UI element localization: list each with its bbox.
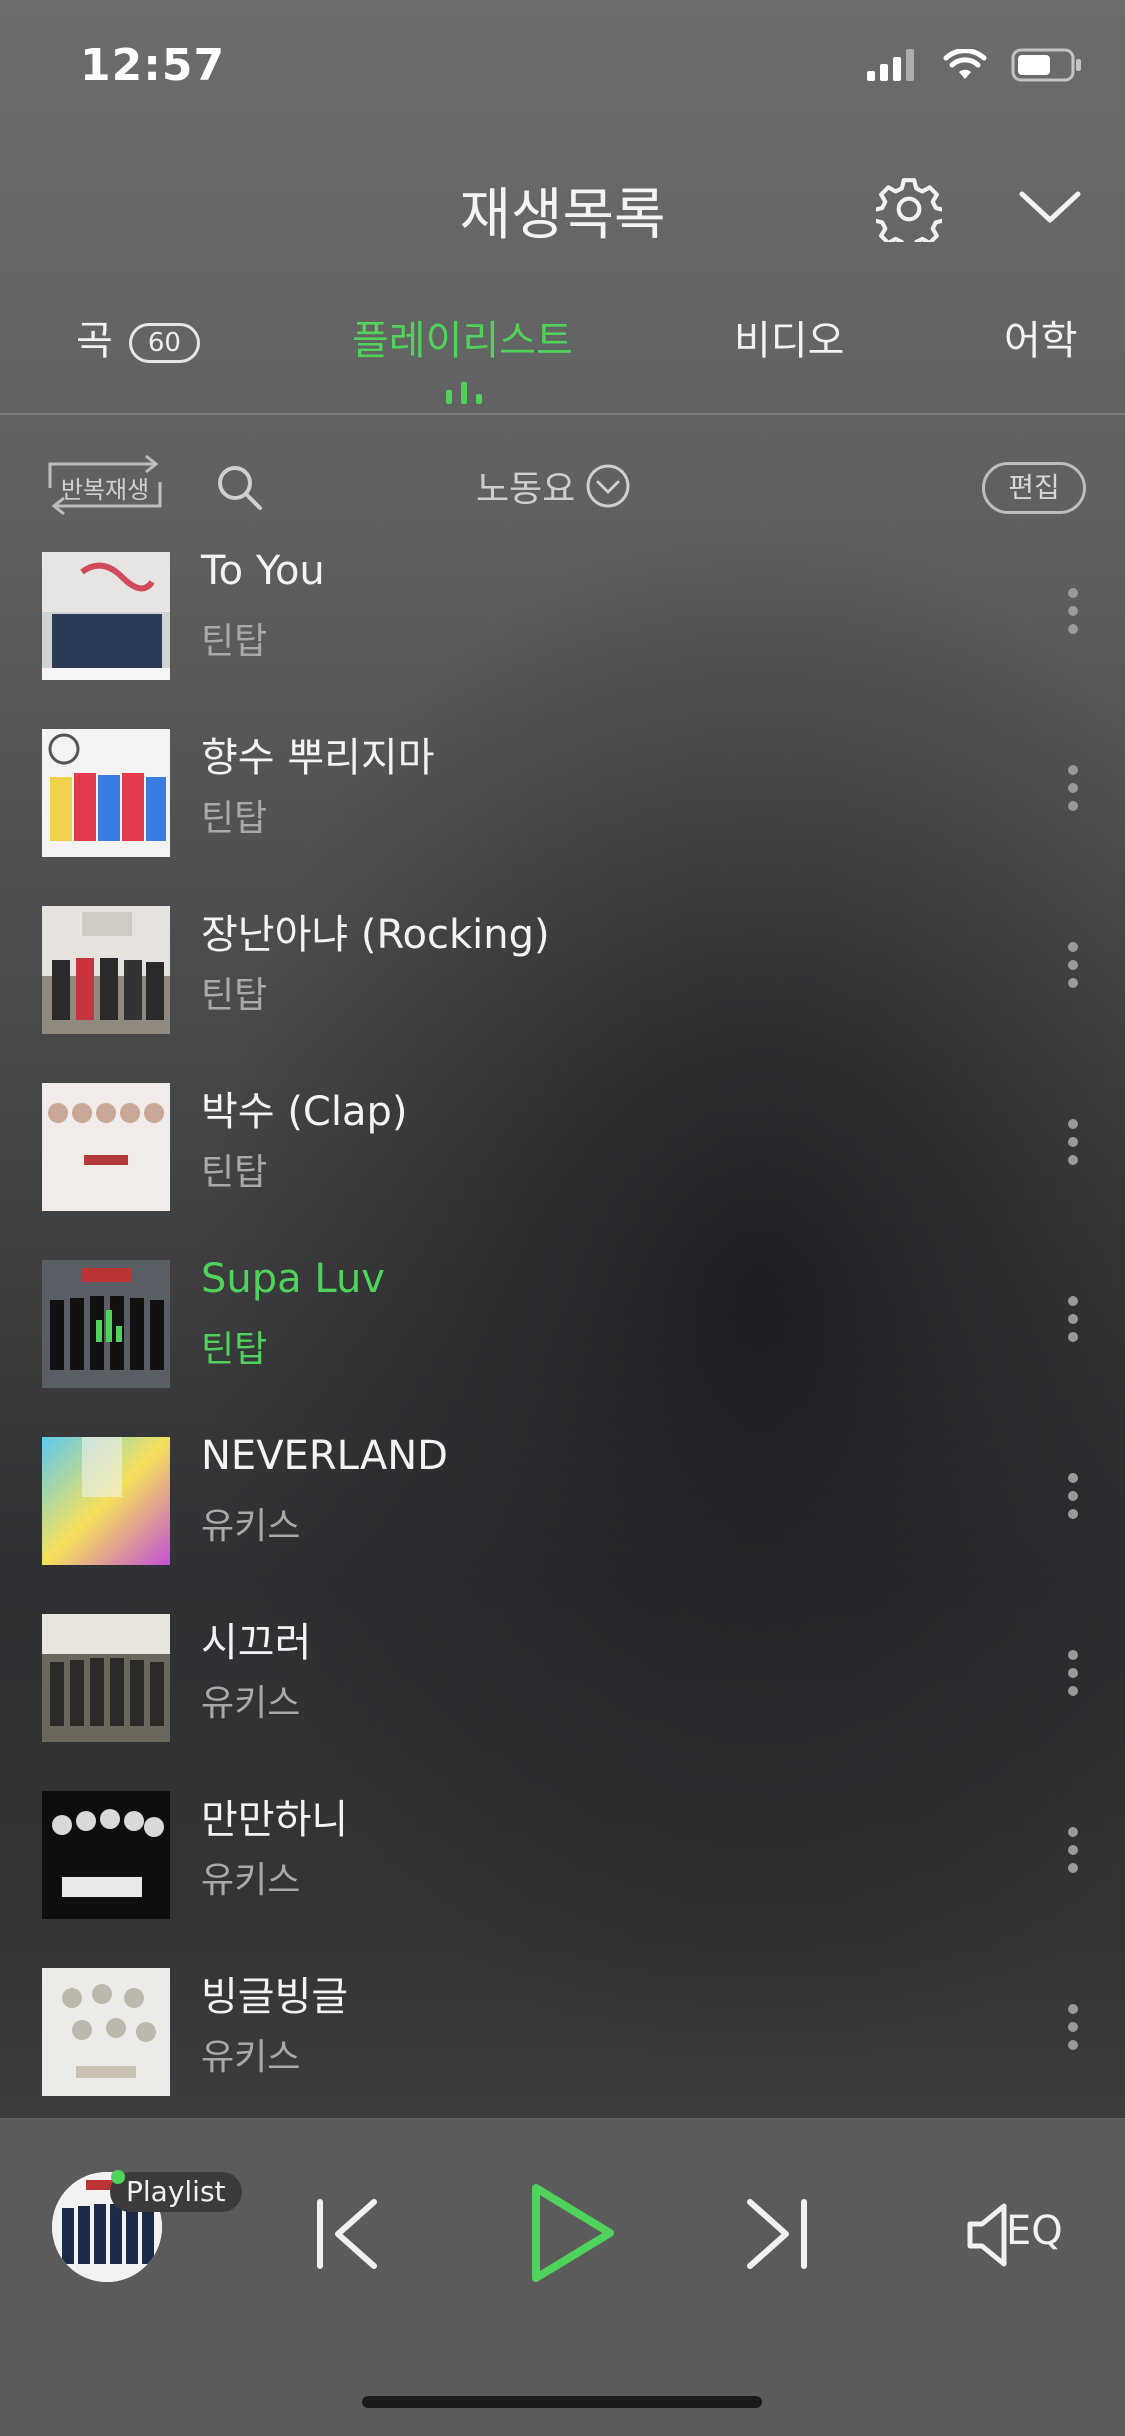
repeat-button[interactable]: 반복재생 [42,452,168,518]
album-art [42,1260,170,1388]
song-title: 만만하니 [201,1797,349,1843]
more-options-icon[interactable] [1066,1294,1080,1344]
song-artist: 유키스 [201,1683,301,1724]
playlist-badge: Playlist [110,2172,242,2212]
song-artist: 유키스 [201,2037,301,2078]
more-options-icon[interactable] [1066,1648,1080,1698]
mini-player: Playlist EQ [0,2118,1125,2436]
album-art [42,1083,170,1211]
song-title: To You [201,548,325,594]
more-options-icon[interactable] [1066,2002,1080,2052]
more-options-icon[interactable] [1066,763,1080,813]
song-artist: 틴탑 [201,1152,268,1193]
list-item-now-playing[interactable]: Supa Luv 틴탑 [0,1248,1125,1425]
tab-playlists-label: 플레이리스트 [352,318,573,364]
chevron-down-icon[interactable] [1018,186,1082,230]
list-item[interactable]: NEVERLAND 유키스 [0,1425,1125,1602]
tab-playlists[interactable]: 플레이리스트 [352,308,573,366]
song-artist: 유키스 [201,1506,301,1547]
song-artist: 틴탑 [201,798,268,839]
list-item[interactable]: 박수 (Clap) 틴탑 [0,1071,1125,1248]
song-artist: 틴탑 [201,1329,268,1370]
eq-label: EQ [1006,2208,1063,2254]
tab-songs[interactable]: 곡 60 [76,308,200,366]
wifi-icon [943,49,987,79]
eq-button[interactable]: EQ [966,2200,1078,2270]
more-options-icon[interactable] [1066,586,1080,636]
song-title: 향수 뿌리지마 [201,735,435,781]
more-options-icon[interactable] [1066,940,1080,990]
tab-language[interactable]: 어학 [1004,308,1078,366]
song-title: 시끄러 [201,1620,312,1666]
song-title: 빙글빙글 [201,1974,349,2020]
battery-icon [1011,48,1081,82]
status-icons [867,48,1083,82]
tab-songs-label: 곡 [76,318,113,364]
album-art [42,906,170,1034]
album-art [42,1968,170,2096]
status-bar: 12:57 [0,0,1125,140]
song-artist: 유키스 [201,1860,301,1901]
song-title: Supa Luv [201,1256,385,1302]
list-item[interactable]: 장난아냐 (Rocking) 틴탑 [0,894,1125,1071]
song-artist: 틴탑 [201,621,268,662]
list-item[interactable]: 만만하니 유키스 [0,1779,1125,1956]
list-item[interactable]: 향수 뿌리지마 틴탑 [0,717,1125,894]
album-art [42,729,170,857]
album-art [42,552,170,680]
list-item[interactable]: To You 틴탑 [0,540,1125,717]
home-indicator[interactable] [362,2396,762,2408]
more-options-icon[interactable] [1066,1825,1080,1875]
tab-videos[interactable]: 비디오 [734,308,844,366]
song-count-badge: 60 [128,323,200,363]
play-icon[interactable] [522,2178,622,2288]
more-options-icon[interactable] [1066,1117,1080,1167]
playing-indicator-dot [111,2170,125,2184]
list-item[interactable]: 시끄러 유키스 [0,1602,1125,1779]
active-tab-indicator-icon [446,382,482,404]
song-title: NEVERLAND [201,1433,448,1479]
header: 재생목록 [0,150,1125,260]
search-icon[interactable] [214,462,266,514]
playlist-filter-dropdown[interactable]: 노동요 [476,460,631,512]
playlist-filter-label: 노동요 [476,469,576,510]
list-toolbar: 반복재생 노동요 편집 [0,440,1125,530]
divider [0,413,1125,415]
song-title: 장난아냐 (Rocking) [201,912,550,958]
tab-videos-label: 비디오 [734,318,845,364]
more-options-icon[interactable] [1066,1471,1080,1521]
tab-bar: 곡 60 플레이리스트 비디오 어학 [0,290,1125,410]
cellular-signal-icon [867,49,914,81]
album-art [42,1791,170,1919]
status-time: 12:57 [80,40,226,91]
speaker-icon [967,2203,1007,2267]
chevron-circle-down-icon [586,464,630,508]
repeat-label: 반복재생 [60,476,150,504]
previous-track-icon[interactable] [314,2196,384,2272]
album-art [42,1437,170,1565]
page-title: 재생목록 [459,183,666,248]
song-title: 박수 (Clap) [201,1089,408,1135]
song-list: To You 틴탑 향수 뿌리지마 틴탑 장난아냐 (Rocking) 틴탑 박… [0,540,1125,2133]
next-track-icon[interactable] [740,2196,810,2272]
album-art [42,1614,170,1742]
tab-language-label: 어학 [1004,318,1078,364]
edit-button[interactable]: 편집 [982,462,1086,514]
settings-gear-icon[interactable] [876,176,942,242]
list-item[interactable]: 빙글빙글 유키스 [0,1956,1125,2133]
song-artist: 틴탑 [201,975,268,1016]
